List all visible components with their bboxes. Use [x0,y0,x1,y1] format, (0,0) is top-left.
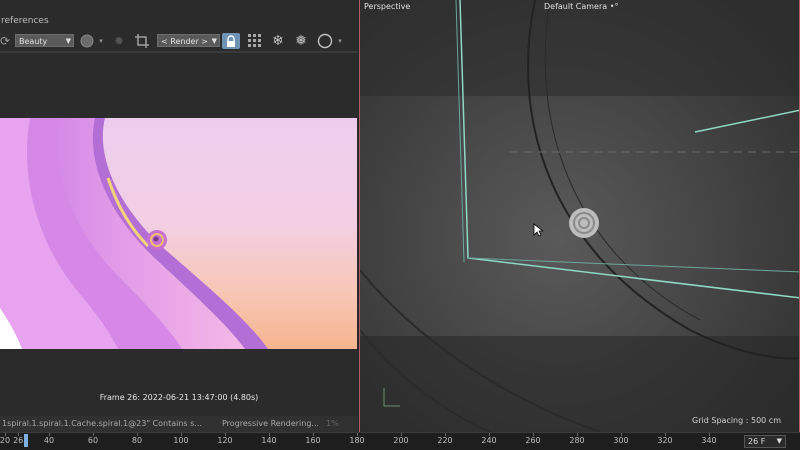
refresh-icon[interactable]: ⟳ [0,33,10,49]
timeline-playhead[interactable] [24,434,28,447]
timeline-tick-label: 140 [261,436,277,445]
sun-icon[interactable]: ✹ [112,33,126,49]
chevron-down-icon[interactable]: ▾ [97,33,105,49]
timeline-tick-label: 300 [613,436,629,445]
render-dropdown-value: < Render > [161,37,208,46]
menu-bar: references [0,13,358,29]
timeline-tick-label: 200 [393,436,409,445]
render-preview-image [0,118,357,349]
grid-spacing-label: Grid Spacing : 500 cm [692,416,781,425]
channel-dropdown[interactable]: Beauty ▼ [15,34,74,47]
timeline-tick-label: 60 [87,436,99,445]
current-frame-value: 26 F [748,437,766,446]
viewer-status-bar: 1spiral.1.spiral.1.Cache.spiral.1@23" Co… [0,416,358,432]
camera-lock-icon: •° [609,2,619,11]
viewer-toolbar: ⟳ Beauty ▼ ▾ ✹ < Render > ▼ ❄ ❅ ▾ [0,31,358,51]
timeline-tick-label: 340 [701,436,717,445]
timeline-tick-label: 20 [0,436,11,445]
current-frame-field[interactable]: 26 F ▼ [744,435,786,448]
chevron-down-icon: ▼ [65,37,71,45]
mouse-cursor-icon [533,223,543,237]
timeline-tick-label: 80 [131,436,143,445]
toolbar-divider [0,51,358,53]
picture-viewer-panel: references ⟳ Beauty ▼ ▾ ✹ < Render > ▼ ❄… [0,0,358,432]
viewport-scene [360,0,799,432]
timeline-tick-label: 180 [349,436,365,445]
snowflake-icon[interactable]: ❄ [269,33,287,49]
channel-dropdown-value: Beauty [19,37,48,46]
timeline-ruler[interactable]: 20 26 40 60 80 100 120 140 160 180 200 220 240 260 280… [0,432,800,450]
status-progress-text: Progressive Rendering... [222,419,320,428]
grid-icon[interactable] [246,33,264,49]
timeline-tick-label: 260 [525,436,541,445]
render-artwork [0,118,268,349]
timeline-tick-label: 100 [173,436,189,445]
timeline-tick-label: 240 [481,436,497,445]
viewport-view-label[interactable]: Perspective [364,2,410,11]
perspective-viewport[interactable]: Perspective Default Camera •° Grid Spaci… [359,0,800,432]
status-file-text: 1spiral.1.spiral.1.Cache.spiral.1@23" Co… [2,419,202,428]
timeline-tick-label: 160 [305,436,321,445]
crop-icon[interactable] [133,33,151,49]
status-percent: 1% [326,419,339,428]
menu-item-preferences[interactable]: references [1,16,49,26]
render-dropdown[interactable]: < Render > ▼ [157,34,220,47]
timeline-tick-label: 40 [43,436,55,445]
timeline-tick-label: 280 [569,436,585,445]
chevron-down-icon: ▼ [211,37,217,45]
snowflake-alt-icon[interactable]: ❅ [292,33,310,49]
timeline-tick-label: 320 [657,436,673,445]
timeline-tick-label: 26 [13,436,24,445]
chevron-down-icon[interactable]: ▾ [336,33,344,49]
exposure-circle-icon[interactable] [78,33,96,49]
circle-icon[interactable] [316,33,334,49]
camera-label-text: Default Camera [544,2,608,11]
timeline-tick-label: 220 [437,436,453,445]
frame-info: Frame 26: 2022-06-21 13:47:00 (4.80s) [99,393,259,402]
timeline-tick-label: 120 [217,436,233,445]
chevron-down-icon: ▼ [776,437,782,445]
lock-icon[interactable] [222,33,240,49]
viewport-camera-label[interactable]: Default Camera •° [544,2,618,11]
